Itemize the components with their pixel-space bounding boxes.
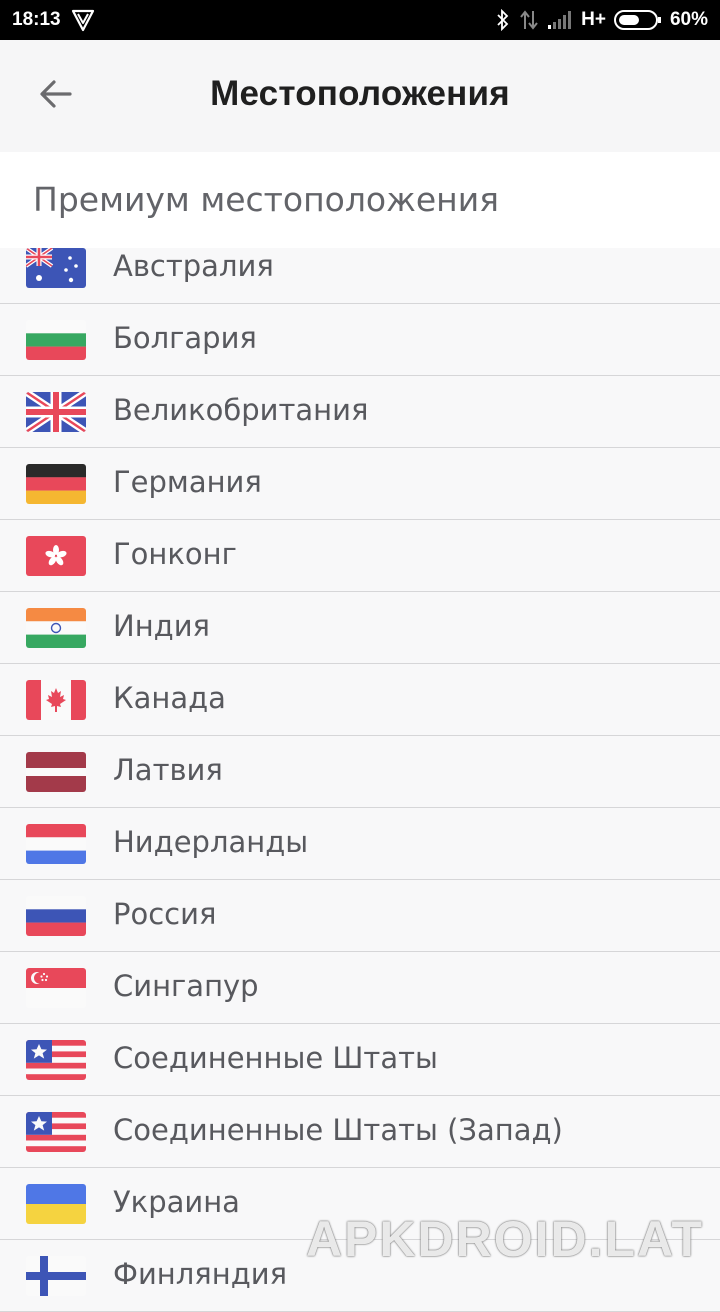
location-label: Великобритания	[113, 393, 369, 427]
location-label: Латвия	[113, 753, 223, 787]
location-label: Болгария	[113, 321, 257, 355]
signal-icon	[547, 10, 573, 30]
flag-in-icon	[26, 608, 86, 648]
battery-icon	[613, 9, 662, 31]
location-item[interactable]: Гонконг	[0, 520, 720, 592]
flag-us-icon	[26, 1112, 86, 1152]
location-item[interactable]: Великобритания	[0, 376, 720, 448]
watermark: APKDROID.LAT	[305, 1211, 704, 1267]
location-list: Австралия Болгария Великобритания Германия Г…	[0, 232, 720, 1312]
section-header: Премиум местоположения	[0, 152, 720, 248]
network-type: H+	[581, 9, 606, 30]
location-item[interactable]: Россия	[0, 880, 720, 952]
flag-ua-icon	[26, 1184, 86, 1224]
section-title: Премиум местоположения	[33, 180, 500, 219]
flag-hk-icon	[26, 536, 86, 576]
location-label: Германия	[113, 465, 262, 499]
status-bar: 18:13 H+ 60%	[0, 0, 720, 40]
flag-au-icon	[26, 248, 86, 288]
location-item[interactable]: Индия	[0, 592, 720, 664]
location-item[interactable]: Соединенные Штаты	[0, 1024, 720, 1096]
battery-percent: 60%	[669, 9, 708, 30]
flag-sg-icon	[26, 968, 86, 1008]
flag-ru-icon	[26, 896, 86, 936]
location-label: Сингапур	[113, 969, 259, 1003]
flag-de-icon	[26, 464, 86, 504]
status-time: 18:13	[12, 9, 61, 30]
location-label: Финляндия	[113, 1257, 288, 1291]
vpn-shield-icon	[71, 8, 95, 32]
location-item[interactable]: Соединенные Штаты (Запад)	[0, 1096, 720, 1168]
location-label: Индия	[113, 609, 210, 643]
flag-bg-icon	[26, 320, 86, 360]
flag-nl-icon	[26, 824, 86, 864]
location-label: Украина	[113, 1185, 240, 1219]
location-item[interactable]: Канада	[0, 664, 720, 736]
location-label: Россия	[113, 897, 217, 931]
location-item[interactable]: Нидерланды	[0, 808, 720, 880]
flag-fi-icon	[26, 1256, 86, 1296]
location-item[interactable]: Германия	[0, 448, 720, 520]
flag-us-icon	[26, 1040, 86, 1080]
location-label: Канада	[113, 681, 226, 715]
flag-lv-icon	[26, 752, 86, 792]
location-label: Нидерланды	[113, 825, 309, 859]
app-bar: Местоположения	[0, 40, 720, 152]
data-transfer-icon	[519, 9, 539, 31]
flag-ca-icon	[26, 680, 86, 720]
location-item[interactable]: Латвия	[0, 736, 720, 808]
location-item[interactable]: Болгария	[0, 304, 720, 376]
location-label: Гонконг	[113, 537, 237, 571]
location-label: Соединенные Штаты	[113, 1041, 438, 1075]
bluetooth-icon	[495, 9, 511, 31]
flag-gb-icon	[26, 392, 86, 432]
location-item[interactable]: Сингапур	[0, 952, 720, 1024]
location-label: Соединенные Штаты (Запад)	[113, 1113, 563, 1147]
location-label: Австралия	[113, 249, 274, 283]
page-title: Местоположения	[210, 74, 510, 113]
